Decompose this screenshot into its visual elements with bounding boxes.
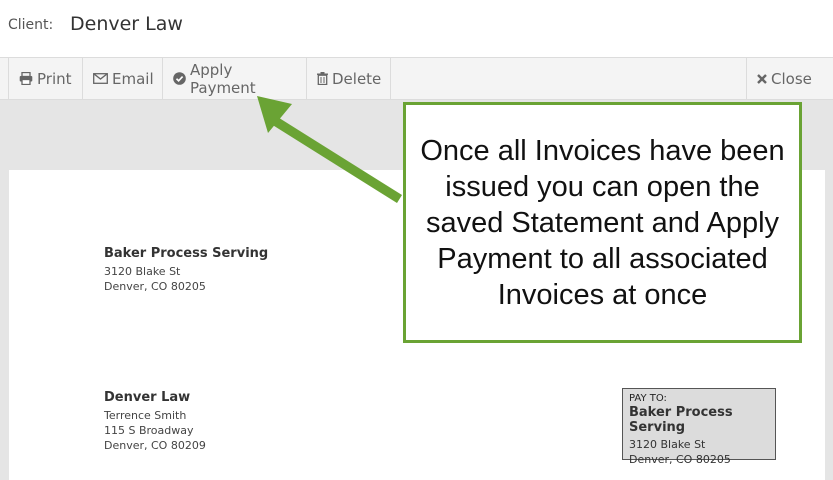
pay-to-line2: Denver, CO 80205 [629,453,731,466]
apply-payment-label: Apply Payment [190,60,256,97]
from-line2: Denver, CO 80205 [104,280,206,293]
pay-to-name: Baker Process Serving [629,405,733,435]
from-address: Baker Process Serving 3120 Blake St Denv… [104,246,268,294]
print-label: Print [37,69,72,88]
to-line1: Terrence Smith [104,409,187,422]
toolbar: Print Email Apply Payment Delete Close [0,57,833,100]
pay-to-box: PAY TO: Baker Process Serving 3120 Blake… [622,388,776,466]
to-line3: Denver, CO 80209 [104,439,206,452]
client-label: Client: [8,17,54,33]
delete-button[interactable]: Delete [307,58,391,99]
email-button[interactable]: Email [83,58,163,99]
to-line2: 115 S Broadway [104,424,194,437]
pay-to-line1: 3120 Blake St [629,438,706,451]
close-button[interactable]: Close [746,58,833,99]
from-name: Baker Process Serving [104,246,269,261]
pay-to-header: PAY TO: [629,393,667,404]
to-address: Denver Law Terrence Smith 115 S Broadway… [104,390,206,453]
close-icon [757,73,767,84]
from-line1: 3120 Blake St [104,265,181,278]
close-label: Close [771,69,812,88]
trash-icon [317,72,328,85]
apply-payment-button[interactable]: Apply Payment [163,58,307,99]
client-name: Denver Law [70,13,183,35]
envelope-icon [93,73,108,84]
email-label: Email [112,69,154,88]
print-icon [19,72,33,85]
callout-text: Once all Invoices have been issued you c… [420,134,785,311]
annotation-callout: Once all Invoices have been issued you c… [403,102,802,343]
check-circle-icon [173,72,186,85]
to-name: Denver Law [104,390,191,405]
client-header: Client: Denver Law [0,0,833,57]
print-button[interactable]: Print [8,58,83,99]
delete-label: Delete [332,69,382,88]
